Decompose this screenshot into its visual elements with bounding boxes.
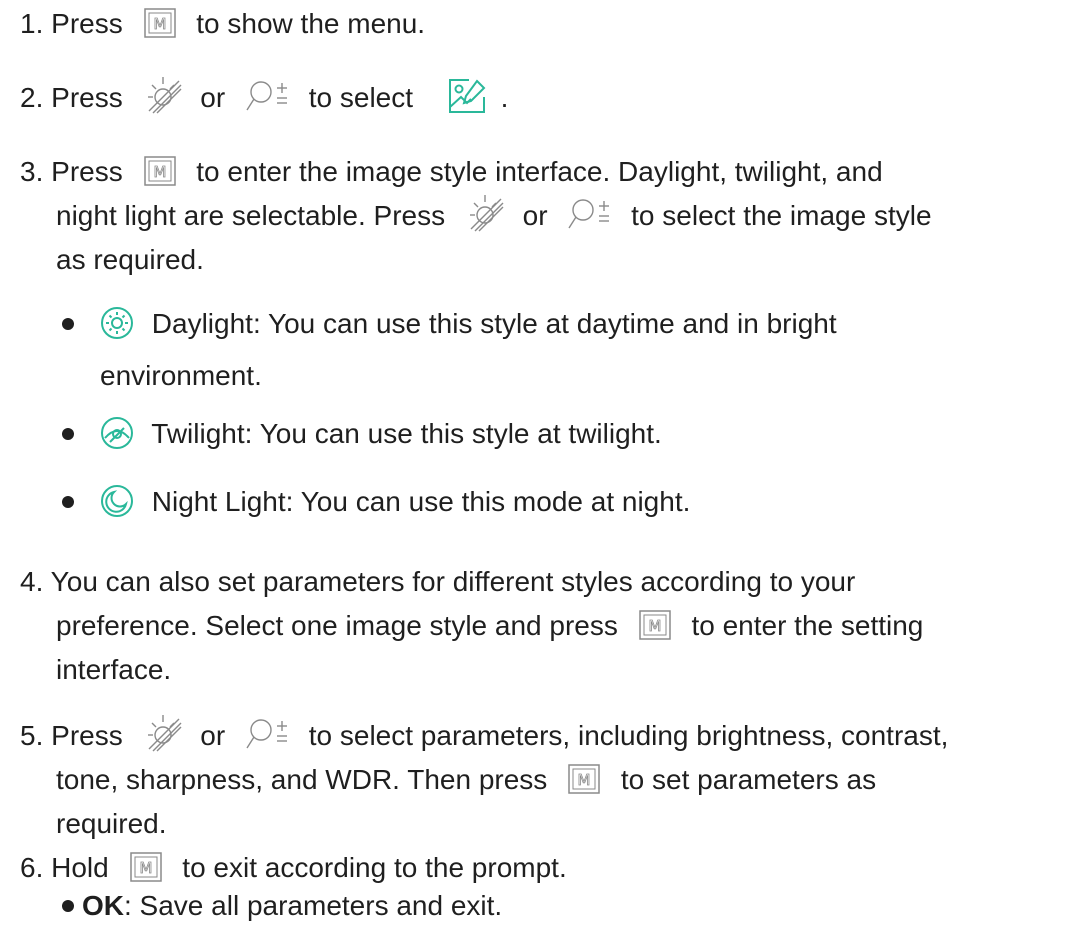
- step-number: 6.: [20, 852, 44, 883]
- step-number: 1.: [20, 8, 44, 39]
- bullet-dot: [62, 428, 74, 440]
- bullet-dot: [62, 318, 74, 330]
- brightness-icon: [465, 193, 505, 233]
- step-1: 1. Press M to show the menu.: [20, 4, 425, 44]
- style-text: Twilight: You can use this style at twil…: [151, 418, 662, 449]
- step-text: You can also set parameters for differen…: [50, 566, 856, 597]
- step-text: Hold: [51, 852, 109, 883]
- step-text: to set parameters as: [620, 764, 877, 795]
- step-text: to enter the setting: [691, 610, 924, 641]
- style-item-twilight: Twilight: You can use this style at twil…: [100, 414, 662, 454]
- ok-label: OK: [82, 890, 124, 921]
- step-3: 3. Press M to enter the image style inte…: [20, 152, 883, 192]
- style-text: Daylight: You can use this style at dayt…: [151, 308, 837, 339]
- step-3-line-3: as required.: [56, 240, 204, 280]
- step-4-line-2: preference. Select one image style and p…: [56, 606, 923, 646]
- or-text: or: [522, 200, 548, 231]
- twilight-icon: [100, 416, 134, 450]
- step-text: to select: [308, 82, 414, 113]
- step-5-line-2: tone, sharpness, and WDR. Then press M t…: [56, 760, 876, 800]
- step-3-line-2: night light are selectable. Press or to …: [56, 193, 932, 238]
- ok-text: : Save all parameters and exit.: [124, 890, 503, 921]
- step-2: 2. Press or to select .: [20, 75, 509, 120]
- zoom-icon: [567, 196, 613, 232]
- step-text: Press: [51, 82, 123, 113]
- step-4: 4. You can also set parameters for diffe…: [20, 562, 855, 602]
- style-text: environment.: [100, 360, 262, 391]
- step-text: Press: [51, 156, 123, 187]
- bullet-dot: [62, 900, 74, 912]
- night-light-icon: [100, 484, 134, 518]
- step-text: night light are selectable. Press: [56, 200, 446, 231]
- zoom-icon: [245, 78, 291, 114]
- image-style-icon: [447, 77, 487, 115]
- style-text: Night Light: You can use this mode at ni…: [151, 486, 691, 517]
- svg-text:M: M: [153, 163, 166, 181]
- step-text: to exit according to the prompt.: [182, 852, 567, 883]
- step-text: Press: [51, 8, 123, 39]
- ok-item: OK: Save all parameters and exit.: [82, 886, 502, 926]
- svg-text:M: M: [153, 15, 166, 33]
- zoom-icon: [245, 716, 291, 752]
- svg-text:M: M: [578, 771, 591, 789]
- m-key-icon: M: [129, 851, 162, 882]
- brightness-icon: [143, 75, 183, 115]
- step-5-line-3: required.: [56, 804, 167, 844]
- step-number: 2.: [20, 82, 44, 113]
- step-text: as required.: [56, 244, 204, 275]
- step-number: 4.: [20, 566, 44, 597]
- step-5: 5. Press or to select parameters, includ…: [20, 713, 949, 758]
- bullet-dot: [62, 496, 74, 508]
- or-text: or: [200, 720, 226, 751]
- step-text: to select the image style: [631, 200, 932, 231]
- or-text: or: [200, 82, 226, 113]
- style-item-daylight: Daylight: You can use this style at dayt…: [100, 304, 837, 344]
- step-text: preference. Select one image style and p…: [56, 610, 618, 641]
- brightness-icon: [143, 713, 183, 753]
- step-text: tone, sharpness, and WDR. Then press: [56, 764, 548, 795]
- m-key-icon: M: [568, 763, 600, 794]
- m-key-icon: M: [638, 609, 671, 640]
- step-text: interface.: [56, 654, 172, 685]
- step-text: to select parameters, including brightne…: [308, 720, 949, 751]
- svg-text:M: M: [139, 859, 152, 877]
- step-text: Press: [51, 720, 123, 751]
- step-text: required.: [56, 808, 167, 839]
- step-number: 5.: [20, 720, 44, 751]
- daylight-icon: [100, 306, 134, 340]
- svg-text:M: M: [648, 617, 661, 635]
- step-text: to enter the image style interface. Dayl…: [196, 156, 883, 187]
- style-item-daylight-line-2: environment.: [100, 356, 262, 396]
- style-item-night-light: Night Light: You can use this mode at ni…: [100, 482, 690, 522]
- step-number: 3.: [20, 156, 44, 187]
- step-text: .: [500, 82, 509, 113]
- m-key-icon: M: [143, 7, 176, 38]
- step-text: to show the menu.: [196, 8, 426, 39]
- step-6: 6. Hold M to exit according to the promp…: [20, 848, 567, 888]
- step-4-line-3: interface.: [56, 650, 171, 690]
- m-key-icon: M: [143, 155, 176, 186]
